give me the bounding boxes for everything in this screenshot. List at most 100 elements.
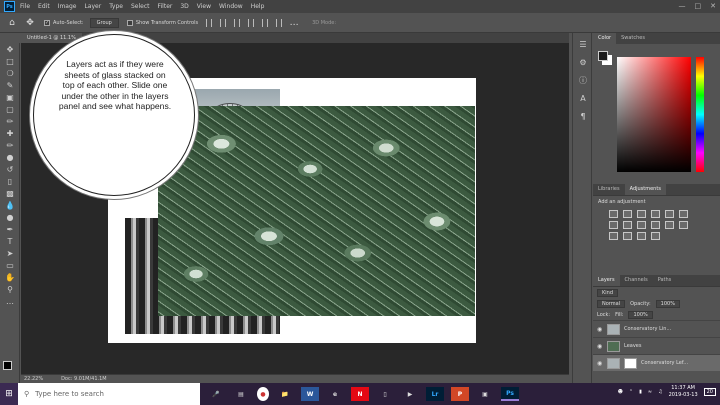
- paragraph-icon[interactable]: ¶: [573, 109, 593, 123]
- threshold-icon[interactable]: [623, 232, 632, 240]
- tab-layers[interactable]: Layers: [593, 275, 620, 286]
- powerpoint-icon[interactable]: P: [451, 387, 469, 401]
- chevron-up-icon[interactable]: ⌃: [629, 389, 633, 395]
- color-balance-icon[interactable]: [609, 221, 618, 229]
- blend-mode-select[interactable]: Normal: [597, 299, 626, 308]
- media-icon[interactable]: ▶: [401, 387, 419, 401]
- marquee-icon[interactable]: □: [0, 55, 20, 67]
- opacity-field[interactable]: 100%: [655, 299, 680, 308]
- color-field[interactable]: [617, 57, 691, 172]
- people-icon[interactable]: ☻: [618, 389, 623, 395]
- hue-saturation-icon[interactable]: [679, 210, 688, 218]
- curves-icon[interactable]: [637, 210, 646, 218]
- clock[interactable]: 11:37 AM 2019-03-13: [669, 385, 698, 399]
- align-center-icon[interactable]: [220, 18, 227, 27]
- gradient-map-icon[interactable]: [637, 232, 646, 240]
- zoom-level[interactable]: 22.22%: [24, 376, 43, 382]
- eraser-icon[interactable]: ▯: [0, 175, 20, 187]
- channel-mixer-icon[interactable]: [651, 221, 660, 229]
- crop-icon[interactable]: ▣: [0, 91, 20, 103]
- properties-icon[interactable]: ⚙: [573, 55, 593, 69]
- align-left-icon[interactable]: [206, 18, 213, 27]
- menu-layer[interactable]: Layer: [84, 3, 101, 10]
- home-icon[interactable]: ⌂: [6, 17, 18, 29]
- invert-icon[interactable]: [679, 221, 688, 229]
- type-tool-icon[interactable]: T: [0, 235, 20, 247]
- path-select-icon[interactable]: ➤: [0, 247, 20, 259]
- brush-icon[interactable]: ✏: [0, 139, 20, 151]
- character-icon[interactable]: A: [573, 91, 593, 105]
- history-brush-icon[interactable]: ↺: [0, 163, 20, 175]
- gradient-icon[interactable]: ▩: [0, 187, 20, 199]
- align-middle-icon[interactable]: [262, 18, 269, 27]
- hand-icon[interactable]: ✋: [0, 271, 20, 283]
- menu-edit[interactable]: Edit: [38, 3, 50, 10]
- brightness-icon[interactable]: [609, 210, 618, 218]
- visibility-eye-icon[interactable]: ◉: [597, 326, 603, 333]
- tab-paths[interactable]: Paths: [653, 275, 677, 286]
- netflix-icon[interactable]: N: [351, 387, 369, 401]
- selective-color-icon[interactable]: [651, 232, 660, 240]
- fill-field[interactable]: 100%: [628, 310, 653, 319]
- history-icon[interactable]: ☰: [573, 37, 593, 51]
- healing-brush-icon[interactable]: ✚: [0, 127, 20, 139]
- microphone-icon[interactable]: 🎤: [207, 387, 225, 401]
- auto-select-dropdown[interactable]: Group: [89, 17, 119, 28]
- notification-badge[interactable]: 20: [703, 388, 716, 396]
- wifi-icon[interactable]: ≈: [648, 389, 652, 395]
- dodge-icon[interactable]: ●: [0, 211, 20, 223]
- menu-3d[interactable]: 3D: [180, 3, 188, 10]
- more-tools-icon[interactable]: …: [0, 295, 20, 307]
- photos-icon[interactable]: ▣: [476, 387, 494, 401]
- black-white-icon[interactable]: [623, 221, 632, 229]
- maximize-icon[interactable]: □: [695, 2, 702, 10]
- lasso-icon[interactable]: ❍: [0, 67, 20, 79]
- exposure-icon[interactable]: [651, 210, 660, 218]
- posterize-icon[interactable]: [609, 232, 618, 240]
- pen-icon[interactable]: ✒: [0, 223, 20, 235]
- align-top-icon[interactable]: [248, 18, 255, 27]
- layer-row[interactable]: ◉ Conservatory Lin...: [593, 320, 720, 337]
- info-icon[interactable]: ⓘ: [573, 73, 593, 87]
- tab-libraries[interactable]: Libraries: [593, 184, 625, 195]
- quick-select-icon[interactable]: ✎: [0, 79, 20, 91]
- document-tab[interactable]: Untitled-1 @ 11.1%: [21, 33, 82, 43]
- edge-icon[interactable]: e: [326, 387, 344, 401]
- align-right-icon[interactable]: [234, 18, 241, 27]
- frame-icon[interactable]: ▢: [0, 103, 20, 115]
- auto-select-checkbox[interactable]: ✓: [44, 19, 50, 26]
- minimize-icon[interactable]: —: [679, 2, 686, 10]
- photoshop-taskbar-icon[interactable]: Ps: [501, 387, 519, 401]
- tab-adjustments[interactable]: Adjustments: [624, 184, 666, 195]
- menu-filter[interactable]: Filter: [158, 3, 173, 10]
- menu-view[interactable]: View: [197, 3, 211, 10]
- eyedropper-icon[interactable]: ✏: [0, 115, 20, 127]
- move-icon[interactable]: ✥: [0, 43, 20, 55]
- chrome-icon[interactable]: ●: [257, 387, 269, 401]
- volume-icon[interactable]: ♫: [658, 389, 662, 395]
- photo-filter-icon[interactable]: [637, 221, 646, 229]
- layer-row-selected[interactable]: ◉ Conservatory Lef...: [593, 354, 720, 371]
- transform-controls-checkbox[interactable]: [126, 19, 133, 26]
- visibility-eye-icon[interactable]: ◉: [597, 343, 603, 350]
- menu-help[interactable]: Help: [251, 3, 265, 10]
- layer-row[interactable]: ◉ Leaves: [593, 337, 720, 354]
- color-lookup-icon[interactable]: [665, 221, 674, 229]
- align-bottom-icon[interactable]: [276, 18, 283, 27]
- document-size[interactable]: Doc: 9.01M/41.1M: [61, 376, 107, 382]
- tab-channels[interactable]: Channels: [620, 275, 653, 286]
- menu-image[interactable]: Image: [58, 3, 77, 10]
- menu-window[interactable]: Window: [219, 3, 243, 10]
- vibrance-icon[interactable]: [665, 210, 674, 218]
- tab-swatches[interactable]: Swatches: [616, 33, 650, 44]
- menu-file[interactable]: File: [20, 3, 30, 10]
- tab-color[interactable]: Color: [593, 33, 617, 44]
- task-view-icon[interactable]: ▤: [232, 387, 250, 401]
- menu-select[interactable]: Select: [131, 3, 150, 10]
- move-tool-icon[interactable]: ✥: [24, 17, 36, 29]
- clone-stamp-icon[interactable]: ●: [0, 151, 20, 163]
- rectangle-icon[interactable]: ▭: [0, 259, 20, 271]
- visibility-eye-icon[interactable]: ◉: [597, 360, 603, 367]
- windows-start-icon[interactable]: ⊞: [0, 383, 18, 405]
- store-icon[interactable]: ▯: [376, 387, 394, 401]
